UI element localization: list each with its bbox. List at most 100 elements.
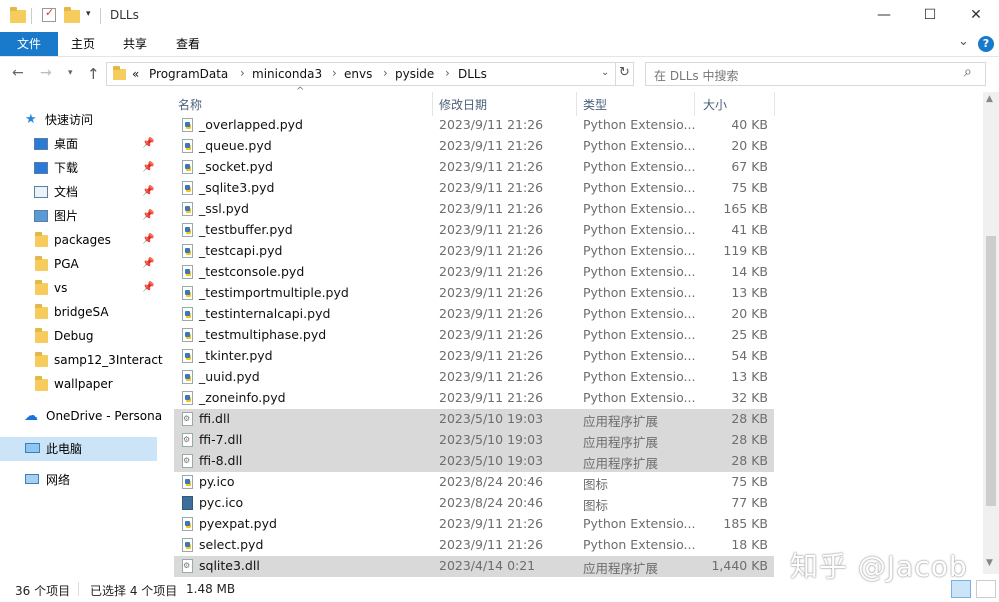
file-row[interactable]: ffi.dll 2023/5/10 19:03 应用程序扩展 28 KB [174,409,774,430]
column-type[interactable]: 类型 [583,96,607,113]
nav-label: bridgeSA [54,305,109,319]
column-date[interactable]: 修改日期 [439,96,487,113]
breadcrumb-separator[interactable]: › [240,66,245,80]
scroll-down-arrow[interactable]: ▼ [986,558,993,568]
file-row[interactable]: pyc.ico 2023/8/24 20:46 图标 77 KB [174,493,774,514]
nav-item--[interactable]: 下载 📌 [0,156,157,180]
tab-share[interactable]: 共享 [114,32,156,56]
file-row[interactable]: _testimportmultiple.pyd 2023/9/11 21:26 Py… [174,283,774,304]
forward-button[interactable]: → [40,65,52,81]
nav-onedrive[interactable]: ☁ OneDrive - Persona [0,404,162,428]
nav-item-samp12-3interact[interactable]: samp12_3Interact [0,348,163,372]
details-view-button[interactable] [951,580,971,598]
scroll-up-arrow[interactable]: ▲ [986,94,993,104]
nav-item-pga[interactable]: PGA 📌 [0,252,157,276]
file-type: Python Extensio... [583,348,696,363]
address-bar[interactable]: « ProgramData › miniconda3 › envs › pysi… [106,62,634,86]
file-row[interactable]: _overlapped.pyd 2023/9/11 21:26 Python Ext… [174,115,774,136]
file-row[interactable]: py.ico 2023/8/24 20:46 图标 75 KB [174,472,774,493]
file-row[interactable]: _testinternalcapi.pyd 2023/9/11 21:26 Pyth… [174,304,774,325]
nav-item--[interactable]: 文档 📌 [0,180,157,204]
breadcrumb-separator[interactable]: › [332,66,337,80]
large-icons-view-button[interactable] [976,580,996,598]
nav-item--[interactable]: 桌面 📌 [0,132,157,156]
pin-icon: 📌 [142,234,155,245]
help-icon[interactable]: ? [978,36,994,52]
nav-item-wallpaper[interactable]: wallpaper [0,372,157,396]
column-divider[interactable] [694,92,695,116]
column-size[interactable]: 大小 [703,96,727,113]
minimize-button[interactable]: — [861,0,907,32]
nav-item--[interactable]: 图片 📌 [0,204,157,228]
file-row[interactable]: ffi-8.dll 2023/5/10 19:03 应用程序扩展 28 KB [174,451,774,472]
file-row[interactable]: _uuid.pyd 2023/9/11 21:26 Python Extensio.… [174,367,774,388]
nav-item-vs[interactable]: vs 📌 [0,276,157,300]
refresh-button[interactable]: ↻ [619,65,630,80]
scrollbar-thumb[interactable] [986,236,996,506]
tab-view[interactable]: 查看 [167,32,209,56]
breadcrumb-separator[interactable]: › [383,66,388,80]
cloud-icon: ☁ [24,408,38,424]
python-file-icon [182,202,193,216]
python-file-icon [182,475,193,489]
nav-label: 下载 [54,161,79,175]
breadcrumb-pyside[interactable]: pyside [395,67,434,81]
nav-item-debug[interactable]: Debug [0,324,157,348]
file-row[interactable]: _testbuffer.pyd 2023/9/11 21:26 Python Ext… [174,220,774,241]
search-icon[interactable]: ⌕ [964,64,972,80]
breadcrumb-miniconda3[interactable]: miniconda3 [252,67,322,81]
column-divider[interactable] [432,92,433,116]
file-date: 2023/4/14 0:21 [439,558,536,573]
file-row[interactable]: _testmultiphase.pyd 2023/9/11 21:26 Python… [174,325,774,346]
breadcrumb-programdata[interactable]: ProgramData [149,67,228,81]
search-input[interactable]: 在 DLLs 中搜索 [654,67,739,84]
nav-item-packages[interactable]: packages 📌 [0,228,157,252]
file-row[interactable]: pyexpat.pyd 2023/9/11 21:26 Python Extensi… [174,514,774,535]
python-file-icon [182,328,193,342]
breadcrumb-separator[interactable]: › [445,66,450,80]
breadcrumb-envs[interactable]: envs [344,67,372,81]
nav-quick-access[interactable]: ★ 快速访问 [0,108,157,132]
column-name[interactable]: 名称 [178,96,202,113]
folder-icon [35,280,48,295]
file-row[interactable]: _zoneinfo.pyd 2023/9/11 21:26 Python Exten… [174,388,774,409]
file-name: _testcapi.pyd [199,243,283,258]
file-row[interactable]: _testconsole.pyd 2023/9/11 21:26 Python Ex… [174,262,774,283]
file-row[interactable]: _queue.pyd 2023/9/11 21:26 Python Extensio… [174,136,774,157]
tab-file[interactable]: 文件 [0,32,58,56]
file-row[interactable]: _sqlite3.pyd 2023/9/11 21:26 Python Extens… [174,178,774,199]
expand-ribbon-icon[interactable]: ⌄ [958,34,969,49]
address-dropdown-icon[interactable]: ⌄ [601,67,609,78]
new-folder-icon[interactable] [64,7,80,23]
picture-icon [34,210,48,222]
file-row[interactable]: _socket.pyd 2023/9/11 21:26 Python Extensi… [174,157,774,178]
file-row[interactable]: ffi-7.dll 2023/5/10 19:03 应用程序扩展 28 KB [174,430,774,451]
recent-locations-icon[interactable]: ▾ [68,68,73,78]
file-row[interactable]: _testcapi.pyd 2023/9/11 21:26 Python Exten… [174,241,774,262]
breadcrumb-dlls[interactable]: DLLs [458,67,487,81]
file-row[interactable]: _ssl.pyd 2023/9/11 21:26 Python Extensio..… [174,199,774,220]
file-row[interactable]: sqlite3.dll 2023/4/14 0:21 应用程序扩展 1,440 KB [174,556,774,577]
customize-qa-icon[interactable]: ▾ [86,9,91,19]
column-divider[interactable] [576,92,577,116]
nav-network[interactable]: 网络 [0,468,157,492]
nav-item-bridgesa[interactable]: bridgeSA [0,300,157,324]
column-divider[interactable] [774,92,775,116]
sort-ascending-icon: ^ [296,86,305,97]
maximize-button[interactable]: ☐ [907,0,953,32]
breadcrumb-overflow[interactable]: « [132,67,139,81]
back-button[interactable]: ← [12,65,24,81]
tab-home[interactable]: 主页 [62,32,104,56]
up-button[interactable]: ↑ [87,65,100,83]
nav-this-pc[interactable]: 此电脑 [0,437,157,461]
folder-icon [35,256,48,271]
file-date: 2023/9/11 21:26 [439,348,544,363]
search-box[interactable]: 在 DLLs 中搜索 ⌕ [645,62,986,86]
properties-icon[interactable]: ✓ [42,6,56,22]
file-row[interactable]: select.pyd 2023/9/11 21:26 Python Extensio… [174,535,774,556]
file-size: 28 KB [731,432,768,447]
file-date: 2023/5/10 19:03 [439,453,544,468]
file-row[interactable]: _tkinter.pyd 2023/9/11 21:26 Python Extens… [174,346,774,367]
close-button[interactable]: ✕ [953,0,999,32]
file-type: 图标 [583,498,609,513]
